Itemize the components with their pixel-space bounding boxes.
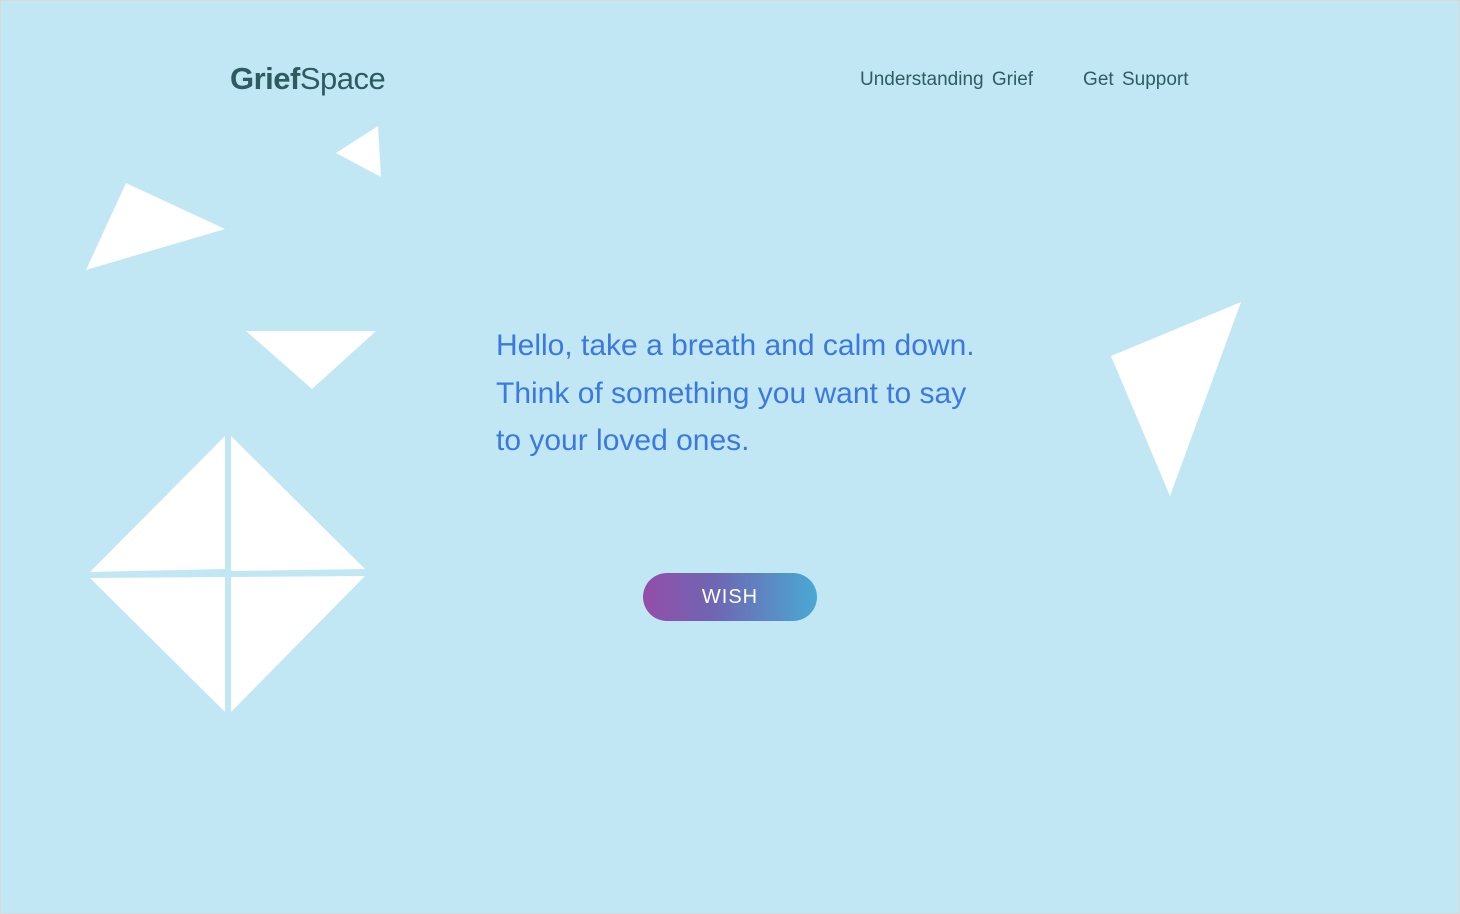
page: GriefSpace Understanding Grief Get Suppo… — [0, 0, 1460, 914]
diamond-quarter-top-left — [90, 436, 225, 572]
nav-link-understanding-grief[interactable]: Understanding Grief — [860, 67, 1033, 93]
calming-message: Hello, take a breath and calm down. Thin… — [496, 329, 975, 457]
logo-text-grief: Grief — [230, 61, 300, 96]
wish-button[interactable]: WISH — [643, 573, 817, 621]
nav-link-get-support[interactable]: Get Support — [1083, 67, 1188, 93]
triangle-left-middle — [246, 331, 376, 389]
logo-text-space: Space — [299, 61, 386, 96]
diamond-quarter-bottom-left — [90, 577, 225, 712]
triangle-right — [1111, 302, 1241, 496]
diamond-quarter-bottom-right — [231, 576, 365, 712]
small-triangle-top — [336, 126, 381, 177]
diamond-quarter-top-right — [231, 436, 365, 571]
main-nav: Understanding Grief Get Support — [860, 67, 1189, 93]
logo[interactable]: GriefSpace — [230, 59, 386, 99]
diamond-shape — [90, 436, 365, 712]
triangle-left-upper — [86, 183, 225, 270]
